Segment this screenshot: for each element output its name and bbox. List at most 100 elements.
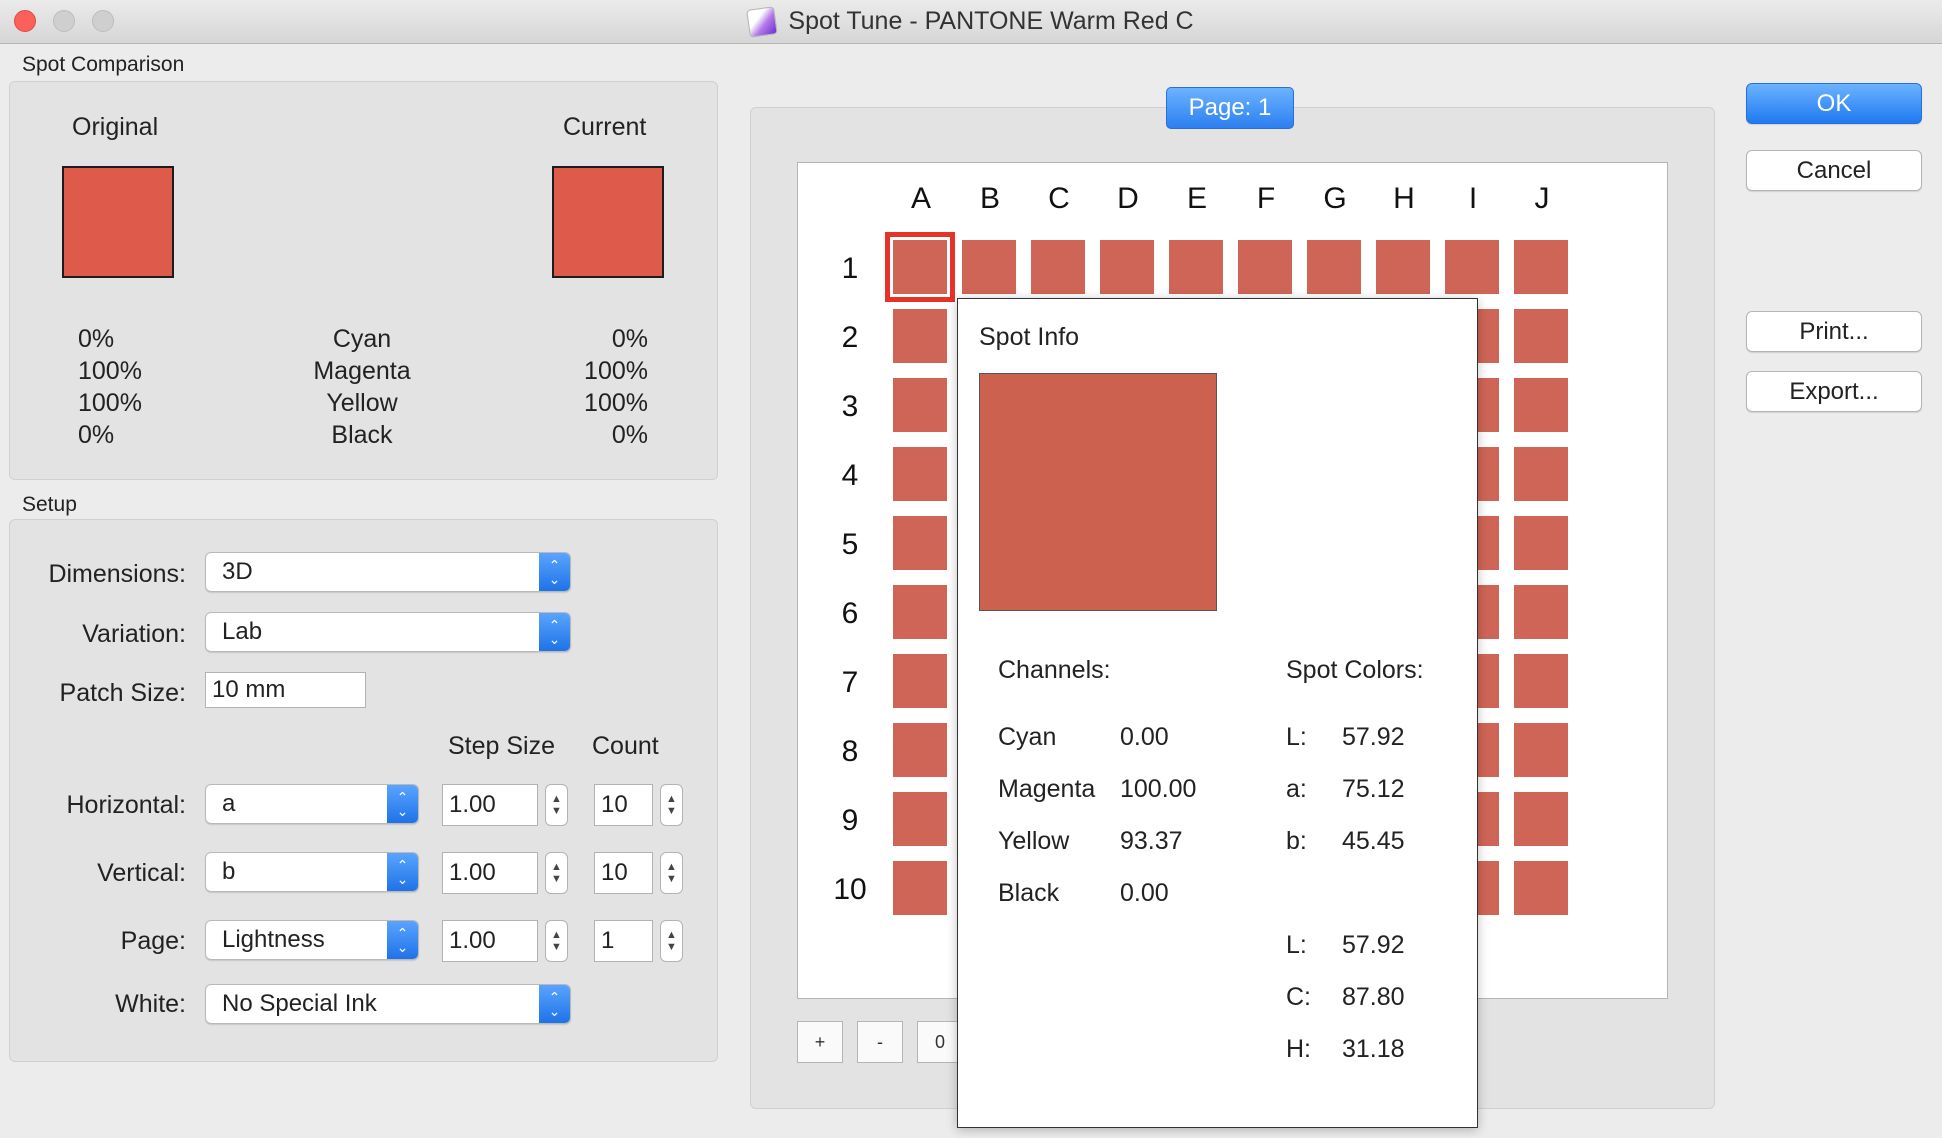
horizontal-count-stepper[interactable]: ▲ ▼ (660, 784, 683, 826)
page-select[interactable]: Lightness ⌃ ⌄ (205, 920, 419, 960)
ok-button[interactable]: OK (1746, 83, 1922, 124)
variation-value: Lab (222, 618, 263, 645)
row-header-2: 2 (841, 321, 859, 354)
variation-select[interactable]: Lab ⌃ ⌄ (205, 612, 571, 652)
chevron-updown-icon: ⌃ ⌄ (539, 553, 570, 591)
patch-a4[interactable] (893, 447, 947, 501)
patch-h1[interactable] (1376, 240, 1430, 294)
column-header-i: I (1468, 182, 1478, 215)
patch-j5[interactable] (1514, 516, 1568, 570)
yellow-channel-label: Yellow (326, 389, 398, 417)
patch-j3[interactable] (1514, 378, 1568, 432)
row-header-6: 6 (841, 597, 859, 630)
lch-c-value: 87.80 (1342, 983, 1405, 1011)
horizontal-select[interactable]: a ⌃ ⌄ (205, 784, 419, 824)
spot-info-swatch (979, 373, 1217, 611)
export-button[interactable]: Export... (1746, 371, 1922, 412)
horizontal-step-stepper[interactable]: ▲ ▼ (545, 784, 568, 826)
patch-e1[interactable] (1169, 240, 1223, 294)
patch-j8[interactable] (1514, 723, 1568, 777)
current-swatch (552, 166, 664, 278)
spot-colors-header: Spot Colors: (1286, 656, 1424, 684)
horizontal-label: Horizontal: (66, 791, 187, 819)
vertical-count-stepper[interactable]: ▲ ▼ (660, 852, 683, 894)
patch-size-field[interactable]: 10 mm (205, 672, 366, 708)
patch-a8[interactable] (893, 723, 947, 777)
patch-j10[interactable] (1514, 861, 1568, 915)
patch-j2[interactable] (1514, 309, 1568, 363)
current-yellow-value: 100% (584, 389, 648, 417)
column-header-h: H (1393, 182, 1415, 215)
row-header-8: 8 (841, 735, 859, 768)
magenta-channel-label: Magenta (313, 357, 411, 385)
original-black-value: 0% (78, 421, 115, 449)
zoom-out-button[interactable]: - (857, 1021, 903, 1063)
spot-comparison-label: Spot Comparison (22, 53, 185, 76)
patch-a6[interactable] (893, 585, 947, 639)
dimensions-select[interactable]: 3D ⌃ ⌄ (205, 552, 571, 592)
column-header-j: J (1534, 182, 1550, 215)
current-label: Current (563, 113, 647, 141)
info-yellow-value: 93.37 (1120, 827, 1183, 855)
window-title: Spot Tune - PANTONE Warm Red C (788, 7, 1194, 35)
vertical-count-field[interactable]: 10 (594, 852, 653, 894)
horizontal-step-field[interactable]: 1.00 (442, 784, 538, 826)
page-count-stepper[interactable]: ▲ ▼ (660, 920, 683, 962)
patch-j9[interactable] (1514, 792, 1568, 846)
chevron-updown-icon: ⌃ ⌄ (387, 853, 418, 891)
column-header-g: G (1323, 182, 1347, 215)
info-cyan-label: Cyan (998, 723, 1057, 751)
lab-l-label: L: (1286, 723, 1307, 751)
row-header-5: 5 (841, 528, 859, 561)
page-step-field[interactable]: 1.00 (442, 920, 538, 962)
zoom-in-button[interactable]: + (797, 1021, 843, 1063)
column-header-f: F (1256, 182, 1276, 215)
patch-a10[interactable] (893, 861, 947, 915)
row-header-3: 3 (841, 390, 859, 423)
column-header-d: D (1117, 182, 1139, 215)
patch-b1[interactable] (962, 240, 1016, 294)
patch-a9[interactable] (893, 792, 947, 846)
lch-h-value: 31.18 (1342, 1035, 1405, 1063)
info-black-value: 0.00 (1120, 879, 1169, 907)
cyan-channel-label: Cyan (332, 325, 392, 353)
column-header-e: E (1186, 182, 1207, 215)
vertical-select[interactable]: b ⌃ ⌄ (205, 852, 419, 892)
patch-j6[interactable] (1514, 585, 1568, 639)
lch-l-value: 57.92 (1342, 931, 1405, 959)
white-label: White: (115, 990, 186, 1018)
channels-header: Channels: (998, 656, 1111, 684)
column-header-a: A (910, 182, 931, 215)
patch-i1[interactable] (1445, 240, 1499, 294)
original-swatch (62, 166, 174, 278)
white-select[interactable]: No Special Ink ⌃ ⌄ (205, 984, 571, 1024)
page-step-stepper[interactable]: ▲ ▼ (545, 920, 568, 962)
patch-a1[interactable] (885, 232, 955, 302)
print-button[interactable]: Print... (1746, 311, 1922, 352)
patch-c1[interactable] (1031, 240, 1085, 294)
current-magenta-value: 100% (584, 357, 648, 385)
page-count-field[interactable]: 1 (594, 920, 653, 962)
patch-a5[interactable] (893, 516, 947, 570)
vertical-step-field[interactable]: 1.00 (442, 852, 538, 894)
patch-a3[interactable] (893, 378, 947, 432)
patch-a7[interactable] (893, 654, 947, 708)
cancel-button[interactable]: Cancel (1746, 150, 1922, 191)
patch-j4[interactable] (1514, 447, 1568, 501)
patch-g1[interactable] (1307, 240, 1361, 294)
patch-j1[interactable] (1514, 240, 1568, 294)
row-header-9: 9 (841, 804, 859, 837)
lab-b-label: b: (1286, 827, 1307, 855)
patch-j7[interactable] (1514, 654, 1568, 708)
dimensions-label: Dimensions: (48, 560, 186, 588)
patch-f1[interactable] (1238, 240, 1292, 294)
lab-a-label: a: (1286, 775, 1307, 803)
patch-a2[interactable] (893, 309, 947, 363)
count-header: Count (592, 732, 659, 760)
info-magenta-label: Magenta (998, 775, 1096, 803)
page-badge: Page: 1 (1166, 87, 1294, 129)
patch-d1[interactable] (1100, 240, 1154, 294)
original-cyan-value: 0% (78, 325, 115, 353)
horizontal-count-field[interactable]: 10 (594, 784, 653, 826)
vertical-step-stepper[interactable]: ▲ ▼ (545, 852, 568, 894)
